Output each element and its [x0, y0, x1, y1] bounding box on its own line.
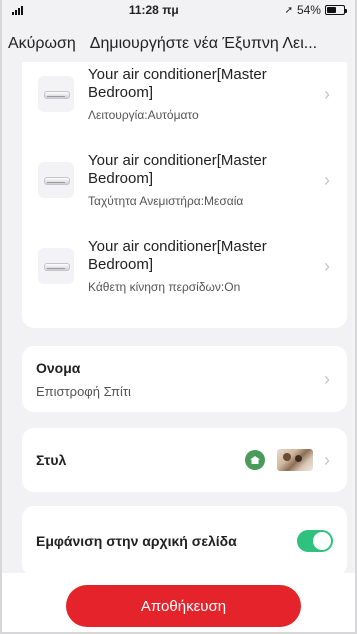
battery-percent: 54% [296, 3, 321, 17]
air-conditioner-icon [38, 162, 74, 198]
battery-fill [326, 7, 336, 13]
show-on-home-row: Εμφάνιση στην αρχική σελίδα [22, 506, 347, 576]
action-subtitle: Ταχύτητα Ανεμιστήρα:Μεσαία [88, 194, 244, 208]
action-title: Your air conditioner[Master Bedroom] [88, 66, 267, 101]
style-thumbnail [277, 449, 313, 471]
action-item[interactable]: Your air conditioner[Master Bedroom] Κάθ… [22, 228, 347, 304]
save-button[interactable]: Αποθήκευση [66, 585, 301, 627]
signal-icon [12, 5, 23, 15]
name-value: Επιστροφή Σπίτι [36, 383, 131, 399]
location-arrow-icon: ➚ [284, 4, 293, 16]
action-title: Your air conditioner[Master Bedroom] [88, 238, 267, 273]
status-time: 11:28 πμ [128, 3, 179, 17]
air-conditioner-icon [38, 76, 74, 112]
chevron-right-icon: › [324, 368, 330, 389]
bottom-bar: Αποθήκευση [2, 573, 355, 632]
show-on-home-toggle[interactable] [297, 530, 333, 552]
cancel-button[interactable]: Ακύρωση [8, 35, 76, 53]
chevron-right-icon: › [324, 169, 330, 190]
style-row[interactable]: Στυλ › [22, 428, 347, 492]
name-label: Ονομα [36, 359, 81, 376]
style-label: Στυλ [36, 452, 67, 468]
actions-list: Your air conditioner[Master Bedroom] Λει… [22, 62, 347, 328]
app-screen: 11:28 πμ ➚ 54% Ακύρωση Δημιουργήστε νέα … [0, 0, 357, 634]
toggle-knob [313, 532, 331, 550]
show-on-home-label: Εμφάνιση στην αρχική σελίδα [36, 533, 237, 549]
chevron-right-icon: › [324, 255, 330, 276]
action-item[interactable]: Your air conditioner[Master Bedroom] Λει… [22, 56, 347, 132]
name-row[interactable]: Ονομα Επιστροφή Σπίτι › [22, 346, 347, 412]
action-subtitle: Λειτουργία:Αυτόματο [88, 108, 199, 122]
status-bar: 11:28 πμ ➚ 54% [2, 0, 355, 20]
action-title: Your air conditioner[Master Bedroom] [88, 152, 267, 187]
home-icon [245, 450, 265, 470]
air-conditioner-icon [38, 248, 74, 284]
action-subtitle: Κάθετη κίνηση περσίδων:On [88, 280, 241, 294]
chevron-right-icon: › [324, 449, 330, 470]
page-title: Δημιουργήστε νέα Έξυπνη Λει... [89, 35, 318, 52]
action-item[interactable]: Your air conditioner[Master Bedroom] Ταχ… [22, 142, 347, 218]
chevron-right-icon: › [324, 83, 330, 104]
battery-icon [324, 5, 347, 15]
